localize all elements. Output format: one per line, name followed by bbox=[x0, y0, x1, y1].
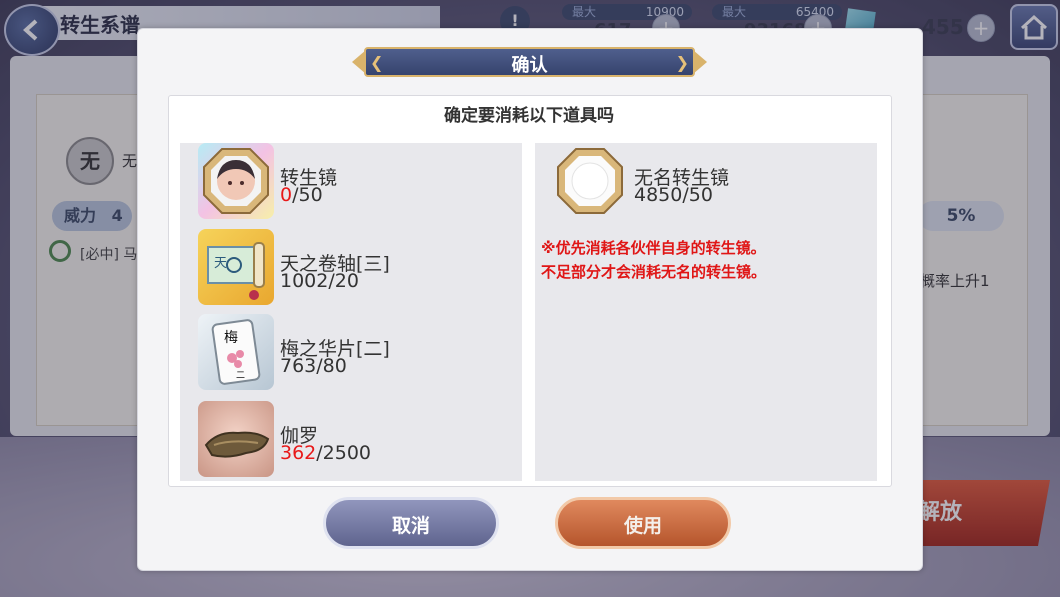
priority-note-line1: ※优先消耗各伙伴自身的转生镜。 bbox=[541, 239, 766, 257]
svg-text:梅: 梅 bbox=[224, 330, 238, 346]
item-count: 4850/50 bbox=[634, 184, 713, 206]
item-have: 362 bbox=[280, 442, 317, 464]
substitute-item: 无名转生镜 4850/50 bbox=[552, 143, 872, 221]
list-item: 梅 二 梅之华片[二] 763/80 bbox=[198, 314, 518, 392]
item-need: /20 bbox=[328, 270, 359, 292]
dialog-title-banner: ❮ ❯ 确认 bbox=[352, 45, 707, 79]
svg-text:二: 二 bbox=[236, 371, 245, 381]
list-item: 转生镜 0/50 bbox=[198, 143, 518, 221]
dialog-question: 确定要消耗以下道具吗 bbox=[444, 106, 614, 126]
priority-note-line2: 不足部分才会消耗无名的转生镜。 bbox=[541, 263, 767, 281]
item-count: 1002/20 bbox=[280, 270, 359, 292]
scroll-icon: 天 bbox=[198, 229, 274, 305]
item-have: 1002 bbox=[280, 270, 329, 292]
svg-text:天: 天 bbox=[214, 256, 227, 271]
list-item: 天 天之卷轴[三] 1002/20 bbox=[198, 229, 518, 307]
plum-tile-icon: 梅 二 bbox=[198, 314, 274, 390]
item-need: /50 bbox=[292, 184, 323, 206]
item-count: 763/80 bbox=[280, 355, 347, 377]
use-button[interactable]: 使用 bbox=[555, 497, 731, 549]
agarwood-icon bbox=[198, 401, 274, 477]
mirror-portrait-icon bbox=[198, 143, 274, 219]
item-need: /2500 bbox=[316, 442, 372, 464]
item-have: 763 bbox=[280, 355, 317, 377]
item-count: 362/2500 bbox=[280, 442, 371, 464]
list-item: 伽罗 362/2500 bbox=[198, 401, 518, 479]
item-have: 0 bbox=[280, 184, 293, 206]
item-count: 0/50 bbox=[280, 184, 323, 206]
cancel-button[interactable]: 取消 bbox=[323, 497, 499, 549]
item-need: /80 bbox=[316, 355, 347, 377]
dialog-title: 确认 bbox=[511, 55, 548, 76]
blank-mirror-icon bbox=[552, 143, 628, 219]
